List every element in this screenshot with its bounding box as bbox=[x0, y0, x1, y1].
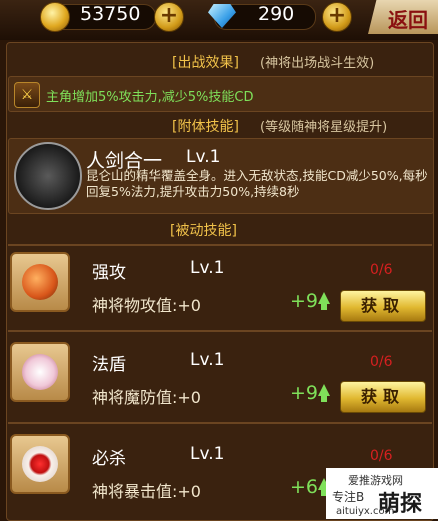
passive-skill-header: [被动技能] bbox=[8, 218, 432, 240]
obtain-button[interactable]: 获取 bbox=[340, 381, 426, 413]
passive-count: 0/6 bbox=[370, 448, 393, 464]
battle-effect-title: [出战效果] bbox=[172, 55, 239, 71]
up-arrow-stem bbox=[321, 396, 327, 402]
passive-skill-title: [被动技能] bbox=[170, 223, 237, 239]
watermark-line4: aituiyx.com bbox=[336, 506, 395, 517]
coin-value: 53750 bbox=[80, 3, 141, 25]
lotus-icon bbox=[10, 342, 70, 402]
passive-name: 法盾 bbox=[92, 355, 126, 375]
watermark: 爱推游戏网 专注B 萌探 aituiyx.com bbox=[326, 468, 438, 519]
divider bbox=[8, 422, 432, 424]
passive-stat: 神将物攻值:+0 bbox=[92, 296, 201, 315]
passive-level: Lv.1 bbox=[190, 444, 225, 464]
passive-bonus: +9 bbox=[290, 382, 319, 404]
orb-staff-icon bbox=[10, 252, 70, 312]
skill-portrait-icon bbox=[14, 142, 82, 210]
gold-coin-icon bbox=[40, 2, 70, 32]
passive-bonus: +9 bbox=[290, 290, 319, 312]
pearl-glyph bbox=[22, 446, 58, 482]
passive-bonus: +6 bbox=[290, 476, 319, 498]
attach-skill-subtitle: (等级随神将星级提升) bbox=[260, 120, 388, 135]
up-arrow-icon bbox=[318, 292, 330, 304]
lotus-glyph bbox=[22, 354, 58, 390]
passive-name: 必杀 bbox=[92, 449, 126, 469]
back-label[interactable]: 返回 bbox=[388, 4, 428, 33]
passive-level: Lv.1 bbox=[190, 258, 225, 278]
up-arrow-stem bbox=[321, 304, 327, 310]
passive-name: 强攻 bbox=[92, 263, 126, 283]
obtain-button[interactable]: 获取 bbox=[340, 290, 426, 322]
add-coin-button[interactable]: + bbox=[154, 2, 184, 32]
divider bbox=[8, 330, 432, 332]
attach-skill-header: [附体技能] (等级随神将星级提升) bbox=[8, 114, 432, 136]
passive-stat: 神将暴击值:+0 bbox=[92, 482, 201, 501]
battle-effect-subtitle: (神将出场战斗生效) bbox=[260, 56, 375, 71]
up-arrow-icon bbox=[318, 384, 330, 396]
passive-stat: 神将魔防值:+0 bbox=[92, 388, 201, 407]
battle-effect-text: 主角增加5%攻击力,减少5%技能CD bbox=[46, 90, 254, 105]
passive-count: 0/6 bbox=[370, 354, 393, 370]
watermark-line2: 专注B bbox=[332, 490, 365, 504]
passive-level: Lv.1 bbox=[190, 350, 225, 370]
attach-skill-description: 昆仑山的精华覆盖全身。进入无敌状态,技能CD减少50%,每秒回复5%法力,提升攻… bbox=[86, 168, 428, 199]
attach-skill-title: [附体技能] bbox=[172, 119, 239, 135]
gem-value: 290 bbox=[258, 3, 295, 25]
sword-icon: ⚔ bbox=[14, 82, 40, 108]
add-gem-button[interactable]: + bbox=[322, 2, 352, 32]
passive-count: 0/6 bbox=[370, 262, 393, 278]
battle-effect-header: [出战效果] (神将出场战斗生效) bbox=[8, 50, 432, 72]
attach-skill-level: Lv.1 bbox=[186, 147, 221, 167]
red-pearl-icon bbox=[10, 434, 70, 494]
orb-glyph bbox=[22, 264, 58, 300]
